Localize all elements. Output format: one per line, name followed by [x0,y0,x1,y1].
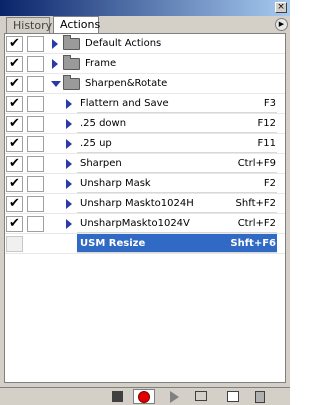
toggle-dialog-checkbox[interactable] [27,216,44,232]
action-shortcut: Shft+F6 [230,238,276,249]
close-icon[interactable]: × [275,2,287,13]
play-icon[interactable] [170,391,179,403]
new-action-icon[interactable] [227,391,239,402]
action-row[interactable]: ✔ Sharpen Ctrl+F9 [5,154,285,174]
action-label: .25 up [80,138,112,149]
toggle-dialog-checkbox[interactable] [27,76,44,92]
action-row[interactable]: USM Resize Shft+F6 [5,234,285,254]
action-row[interactable]: ✔ .25 down F12 [5,114,285,134]
tab-history[interactable]: History [6,17,52,33]
action-row[interactable]: ✔ Unsharp Mask F2 [5,174,285,194]
expand-right-icon[interactable] [66,99,72,109]
action-row[interactable]: ✔ .25 up F11 [5,134,285,154]
palette-titlebar[interactable]: × [0,0,290,16]
actions-panel: × History Actions ▶ ✔ Default Actions ✔ Fra… [0,0,290,405]
expand-right-icon[interactable] [66,179,72,189]
expand-right-icon[interactable] [66,219,72,229]
action-label: Unsharp Mask [80,178,151,189]
expand-right-icon[interactable] [52,59,58,69]
toggle-dialog-checkbox[interactable] [27,196,44,212]
toggle-item-checkbox[interactable]: ✔ [6,56,23,72]
toggle-item-checkbox[interactable]: ✔ [6,96,23,112]
actions-list: ✔ Default Actions ✔ Frame ✔ Sharpen&Rotate ✔ Fl… [4,33,286,383]
actions-toolbar [0,387,290,405]
toggle-dialog-checkbox[interactable] [27,36,44,52]
action-label: Unsharp Maskto1024H [80,198,194,209]
action-set-label: Sharpen&Rotate [85,78,168,89]
expand-right-icon[interactable] [66,139,72,149]
action-label: Flattern and Save [80,98,169,109]
toggle-item-checkbox[interactable]: ✔ [6,196,23,212]
action-label: Sharpen [80,158,122,169]
toggle-item-checkbox[interactable]: ✔ [6,216,23,232]
action-set-label: Frame [85,58,117,69]
stop-icon[interactable] [112,391,123,402]
folder-icon [63,75,80,90]
expand-right-icon[interactable] [66,159,72,169]
action-shortcut: F11 [257,138,276,149]
new-set-icon[interactable] [195,391,207,401]
folder-icon [63,35,80,50]
action-row[interactable]: ✔ Flattern and Save F3 [5,94,285,114]
record-icon[interactable] [138,391,150,403]
expand-down-icon[interactable] [51,81,61,87]
action-label: UnsharpMaskto1024V [80,218,190,229]
action-shortcut: F12 [257,118,276,129]
toggle-item-checkbox[interactable]: ✔ [6,156,23,172]
action-shortcut: Shft+F2 [235,198,276,209]
action-set-row[interactable]: ✔ Default Actions [5,34,285,54]
toggle-item-checkbox[interactable]: ✔ [6,36,23,52]
expand-right-icon[interactable] [66,119,72,129]
action-row[interactable]: ✔ UnsharpMaskto1024V Ctrl+F2 [5,214,285,234]
palette-menu-icon[interactable]: ▶ [275,18,288,31]
toggle-item-checkbox[interactable]: ✔ [6,116,23,132]
toggle-item-checkbox[interactable]: ✔ [6,136,23,152]
action-set-label: Default Actions [85,38,162,49]
toggle-dialog-checkbox[interactable] [27,96,44,112]
trash-icon[interactable] [255,391,265,403]
tab-bar: History Actions ▶ [0,16,290,33]
action-row[interactable]: ✔ Unsharp Maskto1024H Shft+F2 [5,194,285,214]
toggle-item-checkbox[interactable] [6,236,23,252]
expand-down-icon[interactable] [63,241,73,247]
folder-icon [63,55,80,70]
toggle-item-checkbox[interactable]: ✔ [6,76,23,92]
toggle-dialog-checkbox[interactable] [27,156,44,172]
action-set-row[interactable]: ✔ Frame [5,54,285,74]
toggle-dialog-checkbox[interactable] [27,116,44,132]
action-shortcut: Ctrl+F2 [237,218,276,229]
toggle-dialog-checkbox[interactable] [27,136,44,152]
tab-actions[interactable]: Actions [53,16,100,33]
action-shortcut: F2 [263,178,276,189]
action-label: .25 down [80,118,127,129]
expand-right-icon[interactable] [52,39,58,49]
toggle-dialog-checkbox[interactable] [27,176,44,192]
action-shortcut: F3 [263,98,276,109]
expand-right-icon[interactable] [66,199,72,209]
toggle-dialog-checkbox[interactable] [27,56,44,72]
toggle-item-checkbox[interactable]: ✔ [6,176,23,192]
action-shortcut: Ctrl+F9 [237,158,276,169]
action-set-row[interactable]: ✔ Sharpen&Rotate [5,74,285,94]
action-label: USM Resize [80,238,146,249]
